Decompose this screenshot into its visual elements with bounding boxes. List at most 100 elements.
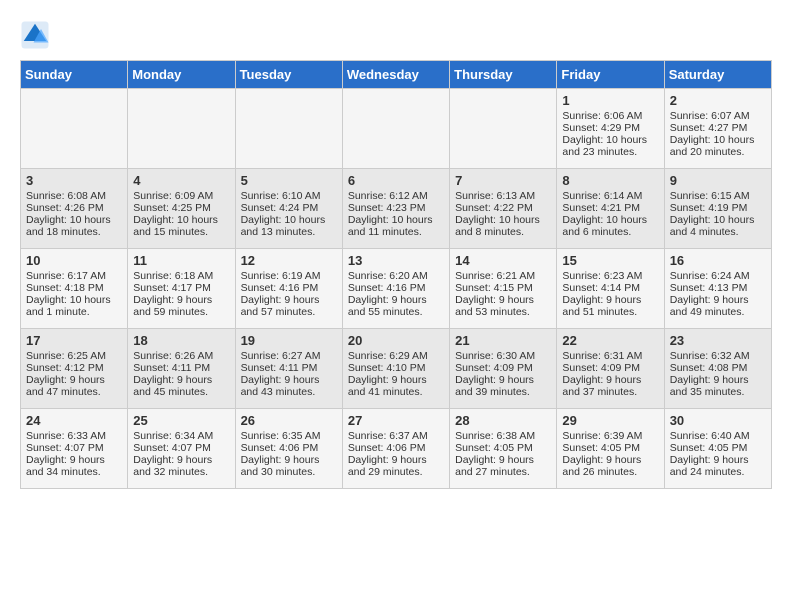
calendar-cell	[342, 89, 449, 169]
day-info: Daylight: 9 hours and 43 minutes.	[241, 374, 337, 398]
day-info: Sunset: 4:21 PM	[562, 202, 658, 214]
day-info: Sunset: 4:07 PM	[26, 442, 122, 454]
day-info: Daylight: 10 hours and 13 minutes.	[241, 214, 337, 238]
day-info: Sunrise: 6:26 AM	[133, 350, 229, 362]
calendar-body: 1Sunrise: 6:06 AMSunset: 4:29 PMDaylight…	[21, 89, 772, 489]
day-number: 10	[26, 253, 122, 268]
day-number: 18	[133, 333, 229, 348]
day-number: 28	[455, 413, 551, 428]
day-number: 20	[348, 333, 444, 348]
day-info: Sunset: 4:07 PM	[133, 442, 229, 454]
day-info: Daylight: 10 hours and 4 minutes.	[670, 214, 766, 238]
calendar-cell: 4Sunrise: 6:09 AMSunset: 4:25 PMDaylight…	[128, 169, 235, 249]
day-info: Daylight: 9 hours and 53 minutes.	[455, 294, 551, 318]
day-number: 19	[241, 333, 337, 348]
day-info: Sunrise: 6:15 AM	[670, 190, 766, 202]
calendar-cell: 18 Sunrise: 6:26 AMSunset: 4:11 PMDayligh…	[128, 329, 235, 409]
day-number: 14	[455, 253, 551, 268]
calendar-cell: 30Sunrise: 6:40 AMSunset: 4:05 PMDayligh…	[664, 409, 771, 489]
calendar-cell: 6Sunrise: 6:12 AMSunset: 4:23 PMDaylight…	[342, 169, 449, 249]
calendar-cell: 21Sunrise: 6:30 AMSunset: 4:09 PMDayligh…	[450, 329, 557, 409]
day-header-thursday: Thursday	[450, 61, 557, 89]
day-info: Sunrise: 6:30 AM	[455, 350, 551, 362]
calendar-cell: 12Sunrise: 6:19 AMSunset: 4:16 PMDayligh…	[235, 249, 342, 329]
day-info: Sunset: 4:05 PM	[562, 442, 658, 454]
day-info: Daylight: 9 hours and 35 minutes.	[670, 374, 766, 398]
day-info: Daylight: 10 hours and 1 minute.	[26, 294, 122, 318]
day-header-wednesday: Wednesday	[342, 61, 449, 89]
day-info: Daylight: 9 hours and 57 minutes.	[241, 294, 337, 318]
calendar-table: SundayMondayTuesdayWednesdayThursdayFrid…	[20, 60, 772, 489]
day-info: Sunset: 4:24 PM	[241, 202, 337, 214]
day-header-friday: Friday	[557, 61, 664, 89]
calendar-cell: 3Sunrise: 6:08 AMSunset: 4:26 PMDaylight…	[21, 169, 128, 249]
calendar-cell: 20Sunrise: 6:29 AMSunset: 4:10 PMDayligh…	[342, 329, 449, 409]
day-number: 23	[670, 333, 766, 348]
day-number: 26	[241, 413, 337, 428]
day-info: Sunset: 4:11 PM	[241, 362, 337, 374]
day-number: 2	[670, 93, 766, 108]
day-info: Sunset: 4:05 PM	[455, 442, 551, 454]
day-info: Daylight: 9 hours and 26 minutes.	[562, 454, 658, 478]
day-info: Sunrise: 6:34 AM	[133, 430, 229, 442]
logo-icon	[20, 20, 50, 50]
day-info: Daylight: 10 hours and 11 minutes.	[348, 214, 444, 238]
day-info: Sunrise: 6:24 AM	[670, 270, 766, 282]
calendar-cell: 8Sunrise: 6:14 AMSunset: 4:21 PMDaylight…	[557, 169, 664, 249]
day-info: Daylight: 9 hours and 51 minutes.	[562, 294, 658, 318]
calendar-week-2: 3Sunrise: 6:08 AMSunset: 4:26 PMDaylight…	[21, 169, 772, 249]
day-info: Sunset: 4:10 PM	[348, 362, 444, 374]
day-number: 5	[241, 173, 337, 188]
day-info: Daylight: 10 hours and 8 minutes.	[455, 214, 551, 238]
day-info: Daylight: 9 hours and 30 minutes.	[241, 454, 337, 478]
day-info: Daylight: 9 hours and 45 minutes.	[133, 374, 229, 398]
day-info: Sunrise: 6:14 AM	[562, 190, 658, 202]
day-info: Sunset: 4:18 PM	[26, 282, 122, 294]
day-info: Sunset: 4:25 PM	[133, 202, 229, 214]
calendar-cell: 2Sunrise: 6:07 AMSunset: 4:27 PMDaylight…	[664, 89, 771, 169]
day-number: 3	[26, 173, 122, 188]
day-info: Sunrise: 6:20 AM	[348, 270, 444, 282]
day-header-saturday: Saturday	[664, 61, 771, 89]
day-info: Sunrise: 6:27 AM	[241, 350, 337, 362]
calendar-cell: 19 Sunrise: 6:27 AMSunset: 4:11 PMDayligh…	[235, 329, 342, 409]
calendar-cell: 29Sunrise: 6:39 AMSunset: 4:05 PMDayligh…	[557, 409, 664, 489]
day-number: 25	[133, 413, 229, 428]
day-info: Sunrise: 6:13 AM	[455, 190, 551, 202]
day-info: Sunrise: 6:18 AM	[133, 270, 229, 282]
day-number: 11	[133, 253, 229, 268]
day-header-sunday: Sunday	[21, 61, 128, 89]
day-info: Sunrise: 6:32 AM	[670, 350, 766, 362]
day-info: Daylight: 10 hours and 20 minutes.	[670, 134, 766, 158]
day-number: 16	[670, 253, 766, 268]
day-info: Sunrise: 6:06 AM	[562, 110, 658, 122]
day-info: Daylight: 10 hours and 6 minutes.	[562, 214, 658, 238]
day-info: Sunrise: 6:23 AM	[562, 270, 658, 282]
day-info: Sunset: 4:11 PM	[133, 362, 229, 374]
day-number: 4	[133, 173, 229, 188]
day-info: Daylight: 9 hours and 32 minutes.	[133, 454, 229, 478]
day-info: Sunrise: 6:08 AM	[26, 190, 122, 202]
calendar-cell	[235, 89, 342, 169]
day-info: Sunrise: 6:07 AM	[670, 110, 766, 122]
calendar-cell: 14Sunrise: 6:21 AMSunset: 4:15 PMDayligh…	[450, 249, 557, 329]
calendar-cell: 22Sunrise: 6:31 AMSunset: 4:09 PMDayligh…	[557, 329, 664, 409]
day-info: Sunset: 4:16 PM	[241, 282, 337, 294]
day-number: 17	[26, 333, 122, 348]
day-number: 1	[562, 93, 658, 108]
day-info: Daylight: 9 hours and 24 minutes.	[670, 454, 766, 478]
day-number: 30	[670, 413, 766, 428]
day-number: 22	[562, 333, 658, 348]
day-info: Sunset: 4:23 PM	[348, 202, 444, 214]
calendar-cell	[21, 89, 128, 169]
day-info: Sunset: 4:14 PM	[562, 282, 658, 294]
calendar-cell: 16Sunrise: 6:24 AMSunset: 4:13 PMDayligh…	[664, 249, 771, 329]
day-info: Sunrise: 6:12 AM	[348, 190, 444, 202]
day-number: 21	[455, 333, 551, 348]
day-info: Daylight: 9 hours and 47 minutes.	[26, 374, 122, 398]
day-info: Daylight: 9 hours and 49 minutes.	[670, 294, 766, 318]
day-info: Sunset: 4:19 PM	[670, 202, 766, 214]
day-info: Sunset: 4:16 PM	[348, 282, 444, 294]
calendar-week-5: 24Sunrise: 6:33 AMSunset: 4:07 PMDayligh…	[21, 409, 772, 489]
day-number: 12	[241, 253, 337, 268]
